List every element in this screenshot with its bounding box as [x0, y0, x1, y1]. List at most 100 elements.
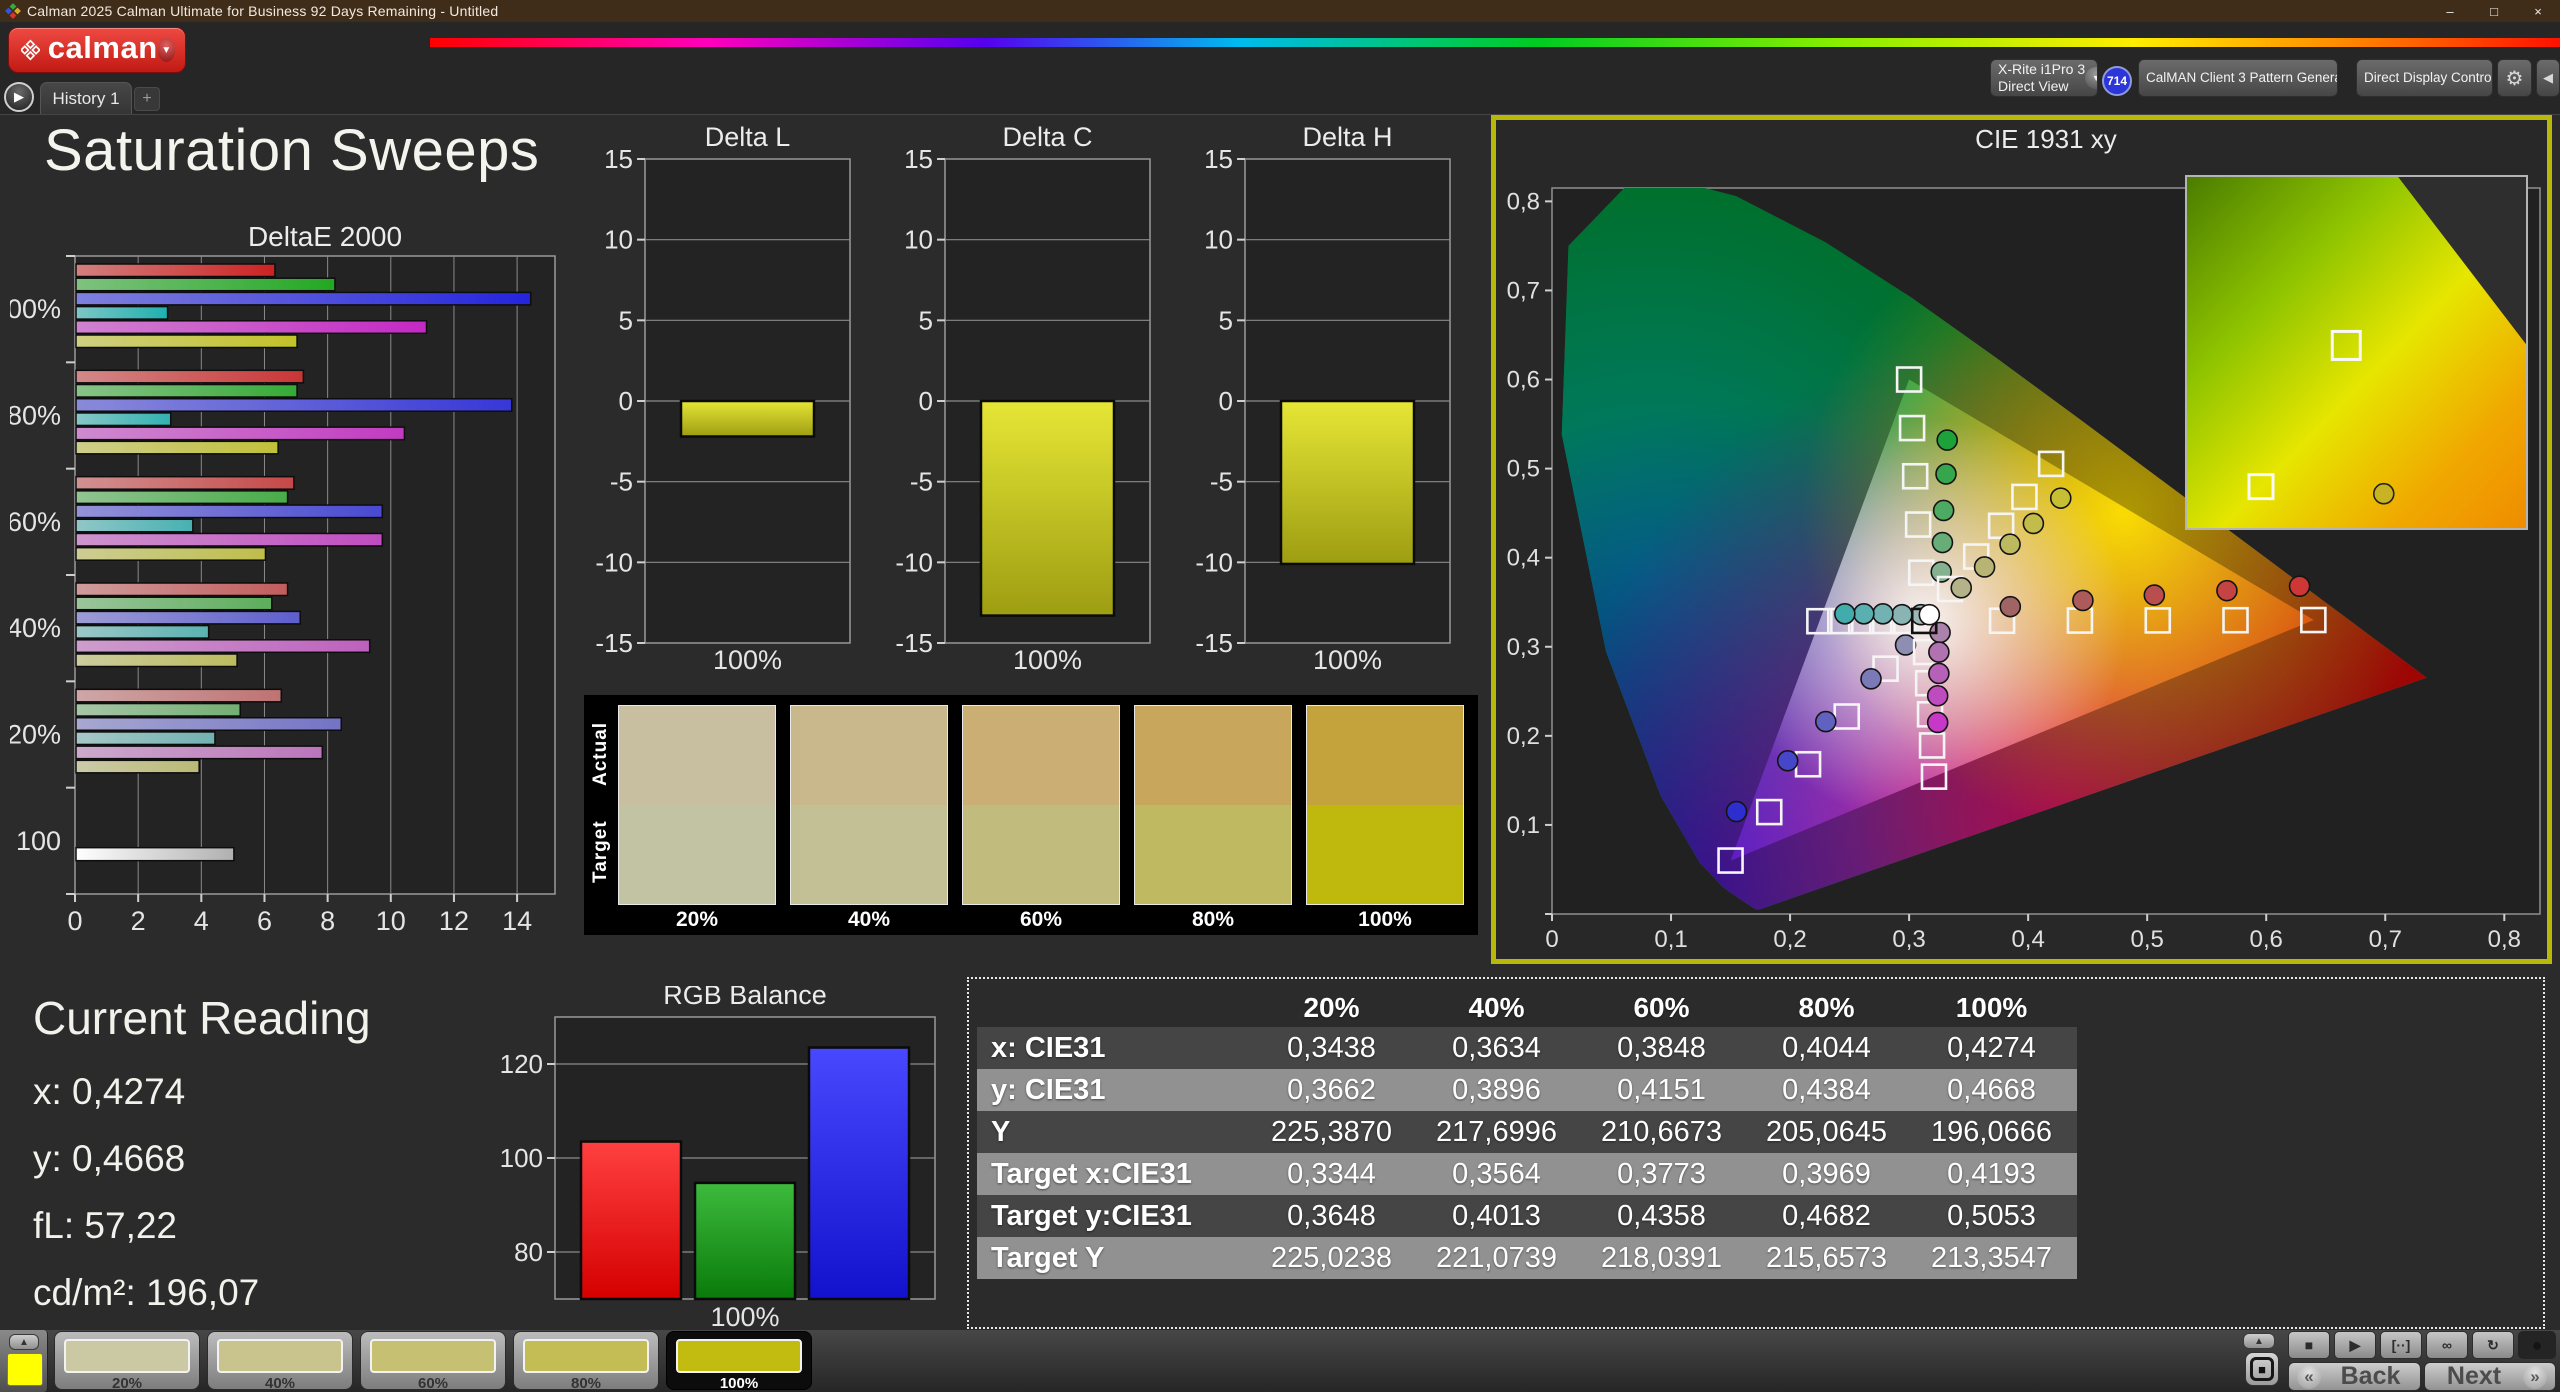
page-title: Saturation Sweeps — [44, 118, 540, 183]
back-button[interactable]: « Back — [2288, 1362, 2421, 1391]
pattern-swatch-color — [676, 1339, 802, 1373]
target-swatch — [1307, 805, 1463, 904]
svg-text:0,2: 0,2 — [1507, 723, 1540, 750]
svg-text:12: 12 — [439, 906, 469, 936]
svg-text:100%: 100% — [1013, 645, 1082, 675]
pattern-swatch-label: 40% — [264, 1375, 296, 1392]
pattern-swatch-80%[interactable]: 80% — [513, 1331, 659, 1392]
stop-icon[interactable]: ■ — [2288, 1331, 2330, 1359]
svg-text:80: 80 — [514, 1237, 543, 1267]
table-column-header: 80% — [1798, 992, 1855, 1023]
delta-l-chart: Delta L 15 10 5 0 -5 -10 -15 100% — [595, 126, 851, 675]
measurement-table: 20% 40% 60% 80% 100% x: CIE31 0,3438 0,3634 0,38… — [977, 989, 2077, 1279]
table-cell: 0,3634 — [1452, 1031, 1541, 1064]
svg-text:0,8: 0,8 — [1507, 188, 1540, 215]
stop-pattern-button[interactable]: ■ — [2245, 1352, 2279, 1386]
swatch-column-label: 40% — [847, 908, 891, 931]
svg-text:80%: 80% — [10, 401, 61, 431]
table-cell: 196,0666 — [1931, 1115, 2052, 1148]
svg-text:0,1: 0,1 — [1507, 812, 1540, 839]
target-row-label: Target — [590, 820, 611, 884]
collapse-up-icon[interactable]: ▲ — [9, 1334, 39, 1350]
loop-infinite-icon[interactable]: ∞ — [2426, 1331, 2468, 1359]
svg-text:0,3: 0,3 — [1892, 926, 1925, 953]
pattern-swatch-100%[interactable]: 100% — [666, 1331, 812, 1392]
table-header-row: 20% 40% 60% 80% 100% — [977, 989, 2077, 1027]
svg-text:0,4: 0,4 — [1507, 545, 1540, 572]
collapse-panel-icon[interactable]: ◀ — [2536, 59, 2560, 97]
pattern-swatch-40%[interactable]: 40% — [207, 1331, 353, 1392]
play-icon[interactable]: ▶ — [2334, 1331, 2376, 1359]
table-column-header: 60% — [1633, 992, 1690, 1023]
svg-text:0: 0 — [619, 386, 633, 416]
tab-history-1[interactable]: History 1 — [40, 82, 132, 114]
current-reading-block: Current Reading x: 0,4274 y: 0,4668 fL: … — [33, 991, 371, 1339]
svg-text:-5: -5 — [910, 467, 933, 497]
svg-text:10: 10 — [604, 225, 633, 255]
target-swatch — [791, 805, 947, 904]
table-cell: 0,3662 — [1287, 1073, 1376, 1106]
pattern-swatch-20%[interactable]: 20% — [54, 1331, 200, 1392]
swatch-column-label: 80% — [1191, 908, 1235, 931]
close-icon[interactable]: × — [2516, 0, 2560, 22]
table-cell: 217,6996 — [1436, 1115, 1557, 1148]
svg-text:Delta H: Delta H — [1302, 126, 1392, 152]
add-tab-button[interactable]: + — [134, 87, 160, 111]
table-cell: 0,3896 — [1452, 1073, 1541, 1106]
pattern-generator-dropdown[interactable]: CalMAN Client 3 Pattern Generator ▼ — [2138, 59, 2338, 97]
svg-text:15: 15 — [1204, 144, 1233, 174]
titlebar: Calman 2025 Calman Ultimate for Business… — [0, 0, 2560, 22]
pattern-bar: ▲ 20% 40% 60% 80% 100% ▲ ■ ■ ▶ [··] ∞ ↻ ● « Back … — [0, 1330, 2560, 1392]
svg-text:DeltaE 2000: DeltaE 2000 — [248, 226, 402, 252]
current-reading-title: Current Reading — [33, 992, 371, 1044]
svg-text:0,8: 0,8 — [2488, 926, 2521, 953]
table-cell: 0,3648 — [1287, 1199, 1376, 1232]
cie-1931-panel[interactable]: CIE 1931 xy 0 0,1 0,1 0,2 0,2 0,3 0,3 0,4 0,4 0,5 0… — [1491, 115, 2552, 964]
pattern-swatch-color — [523, 1339, 649, 1373]
disabled-round-button: ● — [2518, 1331, 2556, 1359]
meter-dropdown[interactable]: X-Rite i1Pro 3Direct View ▼ — [1990, 59, 2098, 97]
window-title: Calman 2025 Calman Ultimate for Business… — [27, 3, 499, 19]
svg-text:0,5: 0,5 — [2130, 926, 2163, 953]
actual-swatch — [1135, 706, 1291, 805]
swatch-columns: 20% 40% 60% 80% 100% — [618, 695, 1478, 935]
svg-text:6: 6 — [257, 906, 272, 936]
table-cell: 213,3547 — [1931, 1241, 2052, 1274]
svg-text:Delta L: Delta L — [705, 126, 791, 152]
collapse-up-icon[interactable]: ▲ — [2243, 1333, 2275, 1349]
minimize-icon[interactable]: – — [2428, 0, 2472, 22]
pattern-swatch-color — [370, 1339, 496, 1373]
maximize-icon[interactable]: □ — [2472, 0, 2516, 22]
workspace: Saturation Sweeps DeltaE 2000 0 2 4 6 8 10 12 14… — [0, 114, 2560, 1331]
display-control-dropdown[interactable]: Direct Display Control ▼ — [2356, 59, 2493, 97]
pattern-swatch-color — [64, 1339, 190, 1373]
meter-status-badge[interactable]: 714 — [2102, 66, 2132, 96]
table-row: Target x:CIE31 0,3344 0,3564 0,3773 0,3969 0,… — [977, 1153, 2077, 1195]
target-swatch — [619, 805, 775, 904]
svg-text:0,5: 0,5 — [1507, 456, 1540, 483]
meter-label: X-Rite i1Pro 3 Direct View — [1998, 60, 2086, 95]
swatch-column-100%: 100% — [1306, 705, 1464, 935]
reading-y: y: 0,4668 — [33, 1138, 186, 1179]
refresh-icon[interactable]: ↻ — [2472, 1331, 2514, 1359]
svg-text:0: 0 — [919, 386, 933, 416]
calman-logo-icon — [21, 39, 40, 61]
gear-icon[interactable]: ⚙ — [2497, 59, 2532, 97]
svg-text:100%: 100% — [1313, 645, 1382, 675]
svg-text:-10: -10 — [595, 547, 633, 577]
pattern-swatch-label: 100% — [719, 1375, 759, 1392]
pattern-swatch-60%[interactable]: 60% — [360, 1331, 506, 1392]
table-cell: 0,4274 — [1947, 1031, 2036, 1064]
svg-text:15: 15 — [904, 144, 933, 174]
svg-text:-15: -15 — [1195, 628, 1233, 658]
pattern-source-panel: ▲ — [0, 1330, 48, 1392]
table-cell: 218,0391 — [1601, 1241, 1722, 1274]
svg-text:120: 120 — [500, 1049, 543, 1079]
table-row-label: Target x:CIE31 — [991, 1157, 1192, 1190]
pattern-window-icon[interactable]: [··] — [2380, 1331, 2422, 1359]
next-button[interactable]: Next » — [2424, 1362, 2556, 1391]
transport-controls: ■ ▶ [··] ∞ ↻ ● — [2288, 1331, 2556, 1359]
tab-expander-button[interactable]: ▶ — [4, 82, 34, 112]
calman-menu-button[interactable]: calman ▼ — [8, 27, 186, 73]
table-cell: 0,4044 — [1782, 1031, 1871, 1064]
